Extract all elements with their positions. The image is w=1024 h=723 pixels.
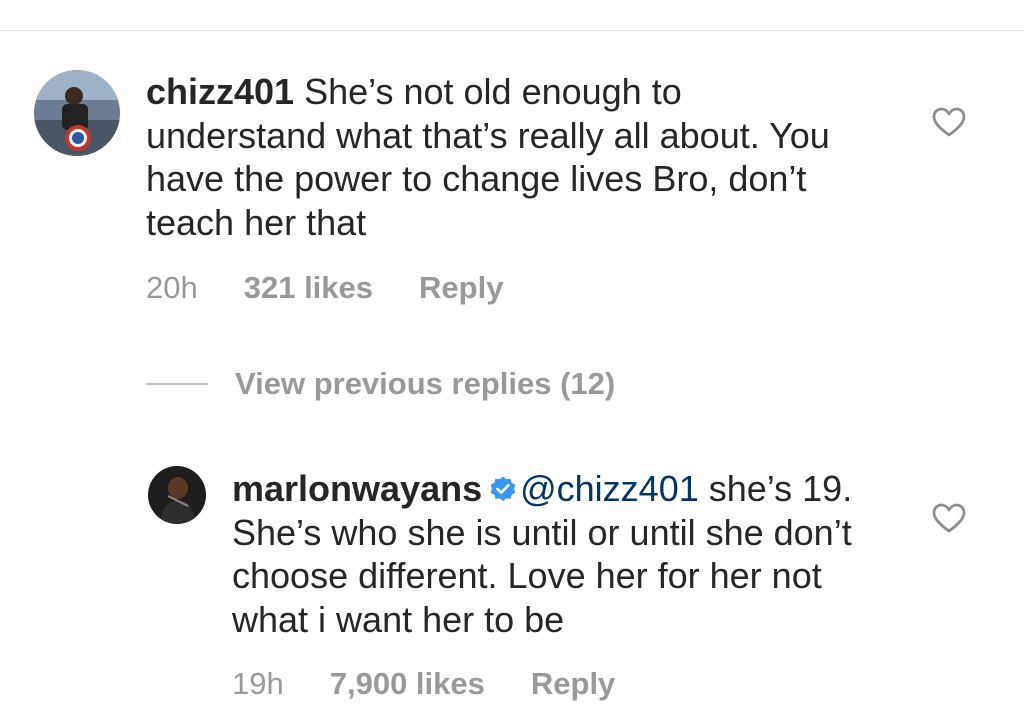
avatar-image [34, 70, 120, 156]
comment-timestamp: 20h [146, 270, 198, 305]
comment-meta: 20h 321 likes Reply [146, 270, 503, 306]
replies-divider-line [146, 383, 208, 385]
reply-timestamp: 19h [232, 666, 284, 701]
reply-avatar-image [148, 466, 206, 524]
reply-like-heart-icon[interactable] [932, 503, 966, 533]
reply-button[interactable]: Reply [419, 270, 503, 306]
view-replies-label[interactable]: View previous replies (12) [235, 366, 615, 402]
comment-username[interactable]: chizz401 [146, 71, 294, 112]
avatar[interactable] [34, 70, 120, 156]
view-previous-replies[interactable]: View previous replies (12) [146, 366, 615, 402]
reply-mention[interactable]: @chizz401 [520, 468, 699, 509]
reply-username[interactable]: marlonwayans [232, 468, 482, 509]
reply-text: marlonwayans @chizz401 she’s 19. She’s w… [232, 467, 882, 641]
like-heart-icon[interactable] [932, 107, 966, 137]
comment-likes[interactable]: 321 likes [244, 270, 373, 306]
reply-reply-button[interactable]: Reply [531, 666, 615, 702]
comment-text: chizz401 She’s not old enough to underst… [146, 70, 866, 244]
reply-meta: 19h 7,900 likes Reply [232, 666, 615, 702]
verified-badge-icon [490, 476, 516, 502]
reply-likes[interactable]: 7,900 likes [330, 666, 485, 702]
reply-avatar[interactable] [148, 466, 206, 524]
top-divider [0, 30, 1024, 31]
